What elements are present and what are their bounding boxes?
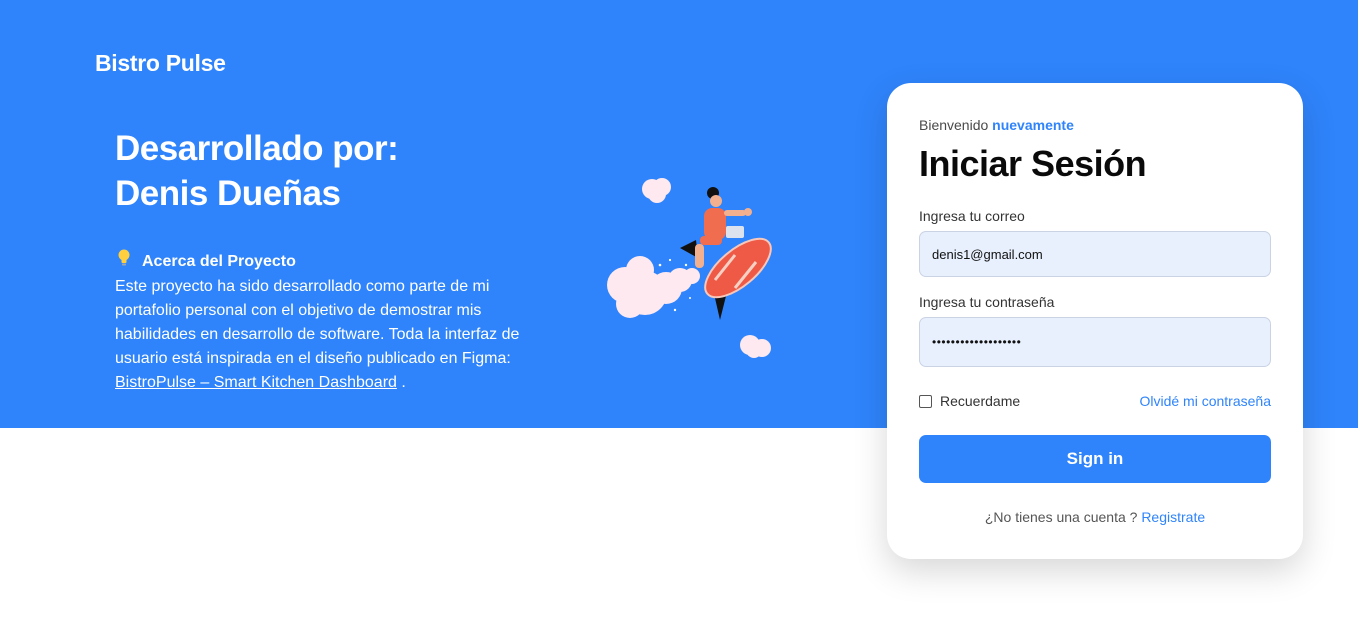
hero-headline: Desarrollado por: Denis Dueñas xyxy=(115,126,575,216)
sign-in-button[interactable]: Sign in xyxy=(919,435,1271,483)
about-text-end: . xyxy=(401,374,406,391)
figma-link[interactable]: BistroPulse – Smart Kitchen Dashboard xyxy=(115,374,397,391)
welcome-text: Bienvenido nuevamente xyxy=(919,117,1074,133)
email-value: denis1@gmail.com xyxy=(932,246,1043,262)
remember-checkbox[interactable] xyxy=(919,394,932,408)
about-text: Este proyecto ha sido desarrollado como … xyxy=(115,278,520,367)
password-value: ••••••••••••••••••• xyxy=(932,335,1022,349)
headline-line-2: Denis Dueñas xyxy=(115,174,341,213)
email-field[interactable]: denis1@gmail.com xyxy=(919,231,1271,277)
register-link[interactable]: Registrate xyxy=(1141,509,1205,525)
email-label: Ingresa tu correo xyxy=(919,208,1025,224)
welcome-highlight: nuevamente xyxy=(992,117,1074,133)
rocket-rider-illustration xyxy=(600,170,790,365)
welcome-prefix: Bienvenido xyxy=(919,117,989,133)
forgot-password-link[interactable]: Olvidé mi contraseña xyxy=(1139,393,1271,409)
lightbulb-icon xyxy=(115,249,133,275)
about-heading: Acerca del Proyecto xyxy=(115,249,555,275)
password-label: Ingresa tu contraseña xyxy=(919,294,1055,310)
login-title: Iniciar Sesión xyxy=(919,143,1147,184)
about-description: Este proyecto ha sido desarrollado como … xyxy=(115,275,555,395)
signup-prompt: ¿No tienes una cuenta ? Registrate xyxy=(887,509,1303,525)
about-section: Acerca del Proyecto Este proyecto ha sid… xyxy=(115,249,555,395)
password-field[interactable]: ••••••••••••••••••• xyxy=(919,317,1271,367)
about-title: Acerca del Proyecto xyxy=(142,253,296,270)
remember-label: Recuerdame xyxy=(940,393,1021,409)
login-card: Bienvenido nuevamente Iniciar Sesión Ing… xyxy=(887,83,1303,559)
brand-logo[interactable]: Bistro Pulse xyxy=(95,50,226,77)
no-account-text: ¿No tienes una cuenta ? xyxy=(984,509,1138,525)
remember-me[interactable]: Recuerdame xyxy=(919,393,1020,409)
headline-line-1: Desarrollado por: xyxy=(115,129,399,168)
